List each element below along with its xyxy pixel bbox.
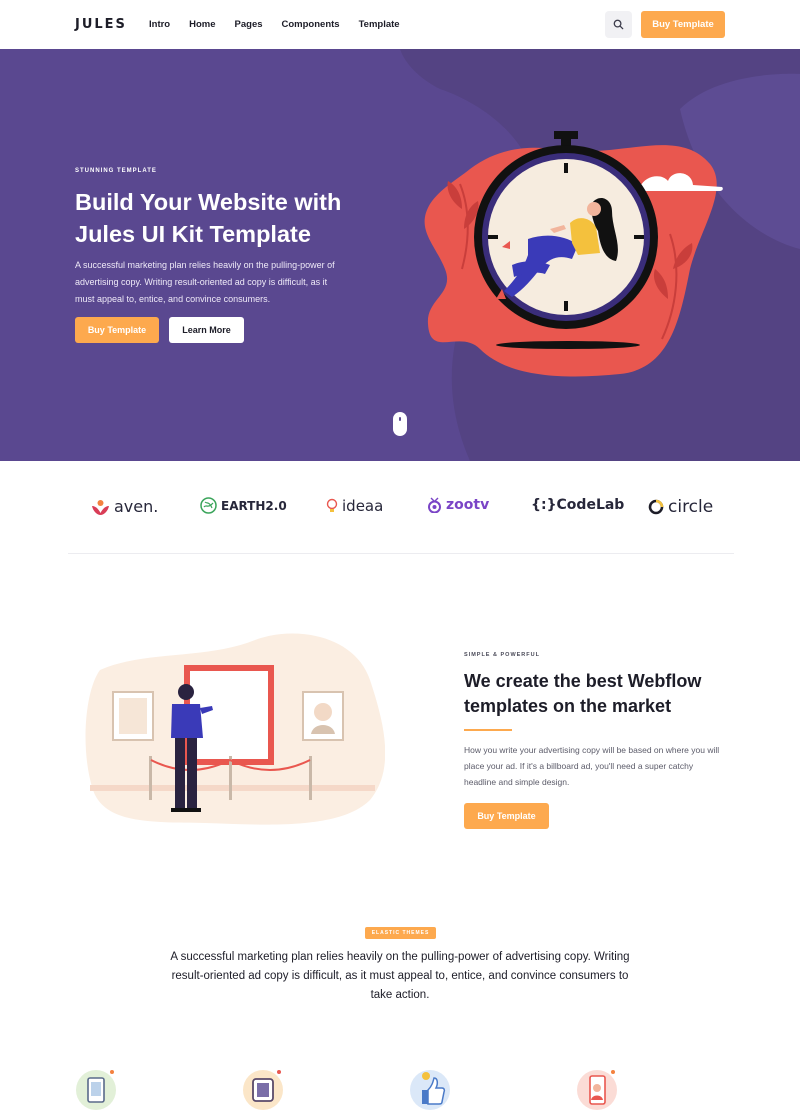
- section-divider: [68, 553, 734, 554]
- circle-icon: [648, 499, 664, 515]
- logo-codelab: {:}CodeLab: [531, 497, 624, 513]
- brand-logo[interactable]: JULES: [75, 17, 127, 32]
- logo-codelab-name: {:}CodeLab: [531, 497, 625, 513]
- logo-aven-name: aven.: [114, 497, 159, 516]
- aven-logo-icon: [92, 499, 109, 515]
- phone-chat-icon: [575, 1066, 621, 1111]
- hero-buy-template-button[interactable]: Buy Template: [75, 317, 159, 343]
- logo-earth: EARTH2.0: [200, 497, 287, 514]
- nav-link-pages[interactable]: Pages: [235, 19, 263, 30]
- top-navbar: JULES Intro Home Pages Components Templa…: [0, 0, 800, 49]
- logo-circle-name: circle: [668, 497, 714, 517]
- logo-ideaa-name: ideaa: [342, 497, 384, 515]
- logo-zootv: zootv: [427, 497, 489, 513]
- main-nav: Intro Home Pages Components Template: [149, 19, 419, 30]
- device-icon: [241, 1066, 287, 1111]
- search-icon: [613, 19, 624, 30]
- client-logos: aven. EARTH2.0 ideaa zootv {:}CodeLab ci…: [0, 461, 800, 556]
- nav-link-intro[interactable]: Intro: [149, 19, 170, 30]
- lightbulb-icon: [326, 498, 338, 512]
- scroll-indicator[interactable]: [393, 412, 407, 436]
- thumbs-up-icon: [408, 1066, 454, 1111]
- intro-text: A successful marketing plan relies heavi…: [170, 951, 630, 1001]
- tv-icon: [428, 497, 441, 513]
- gallery-illustration: [85, 633, 385, 825]
- scroll-indicator-dot: [399, 417, 401, 421]
- elastic-themes-badge: ELASTIC THEMES: [365, 927, 436, 939]
- logo-earth-name: EARTH2.0: [221, 498, 287, 513]
- hero-eyebrow: STUNNING TEMPLATE: [75, 168, 157, 174]
- feature-description: How you write your advertising copy will…: [464, 745, 720, 787]
- logo-aven: aven.: [91, 497, 158, 516]
- logo-zootv-name: zootv: [446, 497, 490, 513]
- tablet-icon: [74, 1066, 120, 1111]
- nav-link-home[interactable]: Home: [189, 19, 215, 30]
- hero-section: STUNNING TEMPLATE Build Your Website wit…: [0, 49, 800, 461]
- feature-accent-rule: [464, 729, 512, 731]
- hero-description: A successful marketing plan relies heavi…: [75, 260, 335, 304]
- hero-title: Build Your Website with Jules UI Kit Tem…: [75, 189, 342, 247]
- earth-logo-icon: [200, 497, 217, 514]
- hero-learn-more-button[interactable]: Learn More: [169, 317, 244, 343]
- feature-buy-template-button[interactable]: Buy Template: [464, 803, 549, 829]
- nav-buy-template-button[interactable]: Buy Template: [641, 11, 725, 38]
- feature-title: We create the best Webflow templates on …: [464, 671, 702, 716]
- nav-link-template[interactable]: Template: [359, 19, 400, 30]
- logo-ideaa: ideaa: [326, 497, 383, 515]
- stopwatch-illustration: [424, 131, 723, 377]
- nav-link-components[interactable]: Components: [282, 19, 340, 30]
- logo-circle: circle: [648, 497, 713, 517]
- search-button[interactable]: [605, 11, 632, 38]
- feature-eyebrow: SIMPLE & POWERFUL: [464, 652, 540, 658]
